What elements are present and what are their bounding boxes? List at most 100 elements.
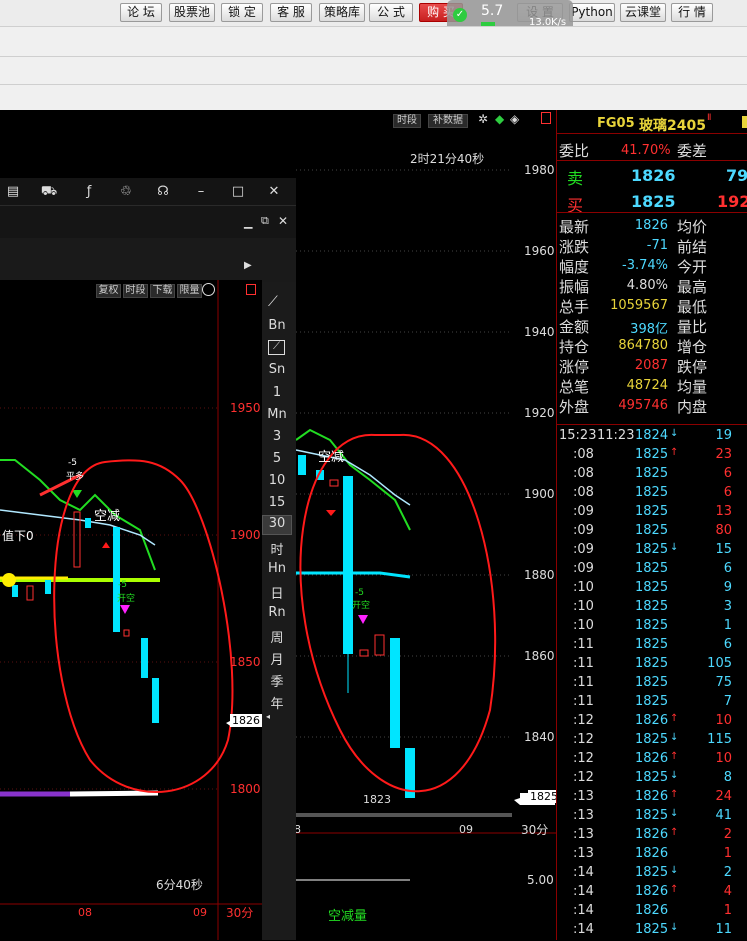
- period-quarter[interactable]: 季: [262, 671, 292, 690]
- tick-price: 1826: [635, 751, 669, 766]
- period-year[interactable]: 年: [262, 693, 292, 712]
- window-nav: ▶: [0, 238, 262, 280]
- period-hour[interactable]: 时: [262, 539, 292, 558]
- tick-volume: 2: [723, 865, 732, 880]
- minimize-small-icon[interactable]: ▁: [244, 216, 252, 229]
- play-icon[interactable]: ▶: [244, 260, 252, 271]
- lock-button[interactable]: 锁 定: [221, 3, 263, 22]
- service-button[interactable]: 客 服: [270, 3, 312, 22]
- candle: [298, 455, 306, 475]
- adjust-button[interactable]: 复权: [96, 284, 121, 298]
- stock-pool-button[interactable]: 股票池: [169, 3, 215, 22]
- quote-row-value: -3.74%: [622, 258, 668, 273]
- period-3[interactable]: 3: [262, 429, 292, 444]
- tick-arrow-icon: ↑: [670, 447, 679, 458]
- quote-row-label: 涨停: [559, 358, 590, 376]
- period-rn[interactable]: Rn: [262, 605, 292, 620]
- strategy-button[interactable]: 策略库: [319, 3, 365, 22]
- diamond-icon[interactable]: ◆: [495, 112, 504, 126]
- tick-row: :08 1825 ↑ 23: [557, 447, 747, 466]
- tick-row: :13 1826 ↑ 2: [557, 827, 747, 846]
- tick-row: :11 1825 6: [557, 637, 747, 656]
- quote-row-label: 振幅: [559, 278, 590, 296]
- tick-price: 1825: [635, 694, 669, 709]
- x-label-mid: 09: [459, 823, 473, 836]
- tick-volume: 105: [707, 656, 732, 671]
- period-month[interactable]: 月: [262, 649, 292, 668]
- quote-row-right-label: 内盘: [677, 398, 708, 416]
- tick-row: :13 1826 ↑ 24: [557, 789, 747, 808]
- top-toolbar: 论 坛 股票池 锁 定 客 服 策略库 公 式 购 买 设 置 Python 云…: [0, 0, 747, 26]
- list-icon[interactable]: ▤: [4, 183, 22, 201]
- period-button[interactable]: 时段: [393, 114, 421, 128]
- collapse-icon[interactable]: ◂: [266, 712, 270, 721]
- candle: [374, 634, 385, 656]
- y-tick-label: 1900: [524, 487, 555, 501]
- period-5[interactable]: 5: [262, 451, 292, 466]
- period-30[interactable]: 30: [262, 515, 292, 535]
- buy-price[interactable]: 1825: [631, 192, 676, 211]
- quote-row-value: 398亿: [630, 322, 668, 337]
- candle: [12, 585, 18, 597]
- quote-row-value: 1826: [634, 218, 668, 233]
- quote-row: 总笔 48724 均量: [557, 376, 747, 396]
- settings-gear-icon[interactable]: ✲: [478, 112, 488, 126]
- tick-time: :08: [573, 485, 594, 500]
- candle: [85, 518, 91, 528]
- tick-price: 1826: [635, 903, 669, 918]
- fill-data-button[interactable]: 补数据: [428, 114, 468, 128]
- window-toggle-icon[interactable]: [246, 284, 256, 295]
- market-button[interactable]: 行 情: [671, 3, 713, 22]
- period-10[interactable]: 10: [262, 473, 292, 488]
- candle: [390, 638, 400, 748]
- period-week[interactable]: 周: [262, 627, 292, 646]
- band-1: [0, 26, 747, 56]
- formula-icon[interactable]: ƒ: [80, 183, 98, 201]
- period-mn[interactable]: Mn: [262, 407, 292, 422]
- period-hn[interactable]: Hn: [262, 561, 292, 576]
- close-small-icon[interactable]: ✕: [278, 214, 288, 228]
- clock-icon[interactable]: [202, 283, 215, 296]
- limit-button[interactable]: 限量: [177, 284, 202, 298]
- tick-time: :09: [573, 523, 594, 538]
- period-sn[interactable]: Sn: [262, 362, 292, 377]
- forum-button[interactable]: 论 坛: [120, 3, 162, 22]
- quote-row-right-label: 均价: [677, 218, 708, 236]
- period-1[interactable]: 1: [262, 385, 292, 400]
- refresh-icon[interactable]: ♲: [117, 183, 135, 201]
- period-15[interactable]: 15: [262, 495, 292, 510]
- tick-price: 1825: [635, 675, 669, 690]
- y-tick-label: 1920: [524, 406, 555, 420]
- period-day[interactable]: 日: [262, 583, 292, 602]
- kline-icon[interactable]: ⟋: [268, 340, 285, 355]
- session-button[interactable]: 时段: [123, 284, 148, 298]
- sell-price[interactable]: 1826: [631, 166, 676, 185]
- tick-row: :08 1825 6: [557, 466, 747, 485]
- tick-price: 1826: [635, 713, 669, 728]
- cloud-class-button[interactable]: 云课堂: [620, 3, 666, 22]
- restore-icon[interactable]: ⧉: [261, 214, 269, 228]
- maximize-icon[interactable]: □: [229, 183, 247, 201]
- period-bn[interactable]: Bn: [262, 318, 292, 333]
- line-chart-icon[interactable]: ⟋: [268, 294, 278, 310]
- close-icon[interactable]: ✕: [265, 183, 283, 201]
- sell-volume: 79: [726, 166, 747, 185]
- headset-icon[interactable]: ☊: [154, 183, 172, 201]
- tick-arrow-icon: ↑: [670, 827, 679, 838]
- quote-row: 最新 1826 均价: [557, 216, 747, 236]
- quote-row-label: 最新: [559, 218, 590, 236]
- quote-row-value: -71: [646, 238, 668, 253]
- window-signal-short: 空减: [94, 509, 121, 524]
- tick-row: :12 1826 ↑ 10: [557, 751, 747, 770]
- window-y-tick-label: 1800: [230, 782, 261, 796]
- formula-button[interactable]: 公 式: [369, 3, 413, 22]
- cart-icon[interactable]: ⛟: [40, 183, 58, 201]
- tick-time: :12: [573, 770, 594, 785]
- download-button[interactable]: 下载: [150, 284, 175, 298]
- tick-volume: 13: [715, 504, 732, 519]
- window-toggle-icon[interactable]: [541, 112, 551, 124]
- minimize-icon[interactable]: –: [192, 183, 210, 201]
- diamond-outline-icon[interactable]: ◈: [510, 112, 519, 126]
- tick-arrow-icon: ↑: [670, 789, 679, 800]
- python-button[interactable]: Python: [569, 3, 615, 22]
